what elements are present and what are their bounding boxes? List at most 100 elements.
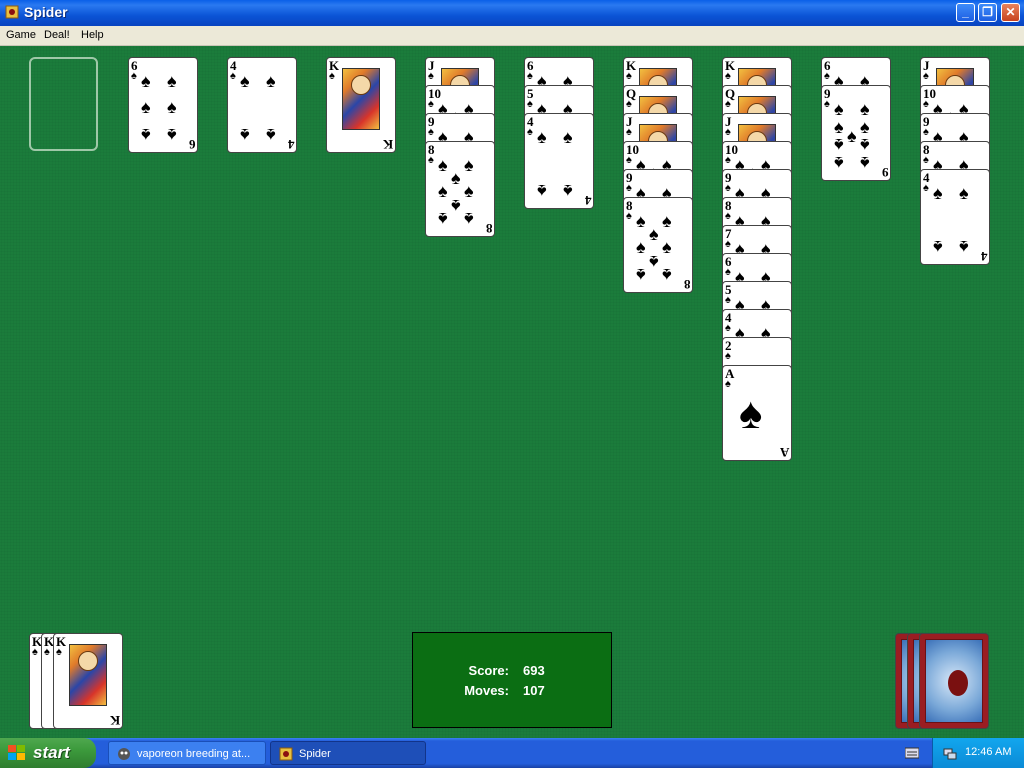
face-card-artwork [69, 644, 107, 706]
spade-icon: ♠ [649, 252, 659, 272]
tableau-card[interactable]: 4♠♠♠♠♠4 [227, 57, 297, 153]
completed-suit-card[interactable]: K♠K [53, 633, 123, 729]
taskbar: start vaporeon breeding at... Spider 12:… [0, 738, 1024, 768]
spade-icon: ♠ [464, 181, 474, 201]
spade-icon: ♠ [739, 389, 763, 438]
spade-icon: ♠ [626, 98, 632, 110]
tableau-card[interactable]: 9♠♠♠♠♠♠♠♠♠♠9 [821, 85, 891, 181]
title-bar[interactable]: Spider _ ❐ ✕ [0, 0, 1024, 26]
stock-pile-card[interactable] [919, 633, 989, 729]
tableau-card[interactable]: 6♠♠♠♠♠♠♠6 [128, 57, 198, 153]
spade-icon: ♠ [44, 646, 50, 658]
spade-icon: ♠ [834, 117, 844, 137]
spade-icon: ♠ [626, 210, 632, 222]
spider-icon [948, 670, 968, 696]
menu-game[interactable]: Game [6, 29, 36, 41]
maximize-button[interactable]: ❐ [978, 3, 997, 22]
spade-icon: ♠ [933, 183, 943, 203]
spade-icon: ♠ [860, 117, 870, 137]
spade-icon: ♠ [438, 209, 448, 229]
spider-app-icon [5, 5, 19, 19]
spade-icon: ♠ [451, 168, 461, 188]
spade-icon: ♠ [725, 378, 731, 390]
moves-value: 107 [523, 683, 545, 698]
menu-deal[interactable]: Deal! [44, 29, 70, 41]
taskbar-item-label: vaporeon breeding at... [137, 748, 251, 760]
spade-icon: ♠ [131, 70, 137, 82]
start-label: start [33, 743, 70, 762]
spade-icon: ♠ [725, 266, 731, 278]
tableau-card[interactable]: 8♠♠♠♠♠♠♠♠♠8 [623, 197, 693, 293]
spade-icon: ♠ [923, 154, 929, 166]
spade-icon: ♠ [725, 210, 731, 222]
tableau-card[interactable]: 4♠♠♠♠♠4 [920, 169, 990, 265]
spade-icon: ♠ [464, 209, 474, 229]
clock[interactable]: 12:46 AM [965, 746, 1011, 758]
spade-icon: ♠ [649, 224, 659, 244]
spade-icon: ♠ [167, 125, 177, 145]
minimize-button[interactable]: _ [956, 3, 975, 22]
tableau-card[interactable]: 8♠♠♠♠♠♠♠♠♠8 [425, 141, 495, 237]
menu-help[interactable]: Help [81, 29, 104, 41]
spade-icon: ♠ [959, 183, 969, 203]
spade-icon: ♠ [636, 211, 646, 231]
spade-icon: ♠ [725, 126, 731, 138]
spade-icon: ♠ [959, 237, 969, 257]
spade-icon: ♠ [636, 237, 646, 257]
spade-icon: ♠ [834, 153, 844, 173]
card-rank: 8 [485, 221, 493, 236]
close-button[interactable]: ✕ [1001, 3, 1020, 22]
spade-icon: ♠ [240, 71, 250, 91]
keyboard-icon[interactable] [905, 747, 919, 759]
spade-icon: ♠ [230, 70, 236, 82]
spade-icon: ♠ [725, 154, 731, 166]
card-rank: 4 [980, 249, 988, 264]
spade-icon: ♠ [537, 127, 547, 147]
spade-icon: ♠ [266, 125, 276, 145]
system-tray: 12:46 AM [932, 738, 1024, 768]
browser-icon [118, 748, 130, 760]
taskbar-item-spider[interactable]: Spider [270, 741, 426, 765]
card-rank: 4 [584, 193, 592, 208]
spade-icon: ♠ [662, 211, 672, 231]
spade-icon: ♠ [923, 182, 929, 194]
taskbar-item-label: Spider [299, 748, 331, 760]
spade-icon: ♠ [725, 322, 731, 334]
spade-icon: ♠ [626, 70, 632, 82]
spade-icon: ♠ [923, 98, 929, 110]
spade-icon: ♠ [563, 127, 573, 147]
start-button[interactable]: start [0, 738, 96, 768]
spade-icon: ♠ [626, 126, 632, 138]
windows-flag-icon [8, 745, 25, 760]
spade-icon: ♠ [834, 99, 844, 119]
empty-column-slot[interactable] [29, 57, 98, 151]
spade-icon: ♠ [563, 181, 573, 201]
card-rank: 4 [287, 137, 295, 152]
spade-icon: ♠ [725, 238, 731, 250]
spade-icon: ♠ [662, 237, 672, 257]
tableau-card[interactable]: A ♠ ♠ A [722, 365, 792, 461]
tableau-card[interactable]: K♠K [326, 57, 396, 153]
spade-icon: ♠ [438, 155, 448, 175]
tableau-card[interactable]: 4♠♠♠♠♠4 [524, 113, 594, 209]
spade-icon: ♠ [428, 98, 434, 110]
spade-icon: ♠ [725, 70, 731, 82]
spade-icon: ♠ [266, 71, 276, 91]
spade-icon: ♠ [527, 126, 533, 138]
spade-icon: ♠ [32, 646, 38, 658]
taskbar-item-browser[interactable]: vaporeon breeding at... [108, 741, 266, 765]
spade-icon: ♠ [527, 70, 533, 82]
network-icon[interactable] [943, 746, 957, 760]
spade-icon: ♠ [527, 98, 533, 110]
menu-bar: Game Deal! Help [0, 26, 1024, 46]
card-rank: 8 [683, 277, 691, 292]
spade-icon: ♠ [725, 98, 731, 110]
card-rank: K [382, 137, 393, 152]
spade-icon: ♠ [240, 125, 250, 145]
score-label: Score: [468, 663, 509, 678]
card-rank: A [779, 445, 789, 460]
spade-icon: ♠ [725, 350, 731, 362]
spade-icon: ♠ [725, 294, 731, 306]
spade-icon: ♠ [464, 155, 474, 175]
spade-icon: ♠ [438, 181, 448, 201]
